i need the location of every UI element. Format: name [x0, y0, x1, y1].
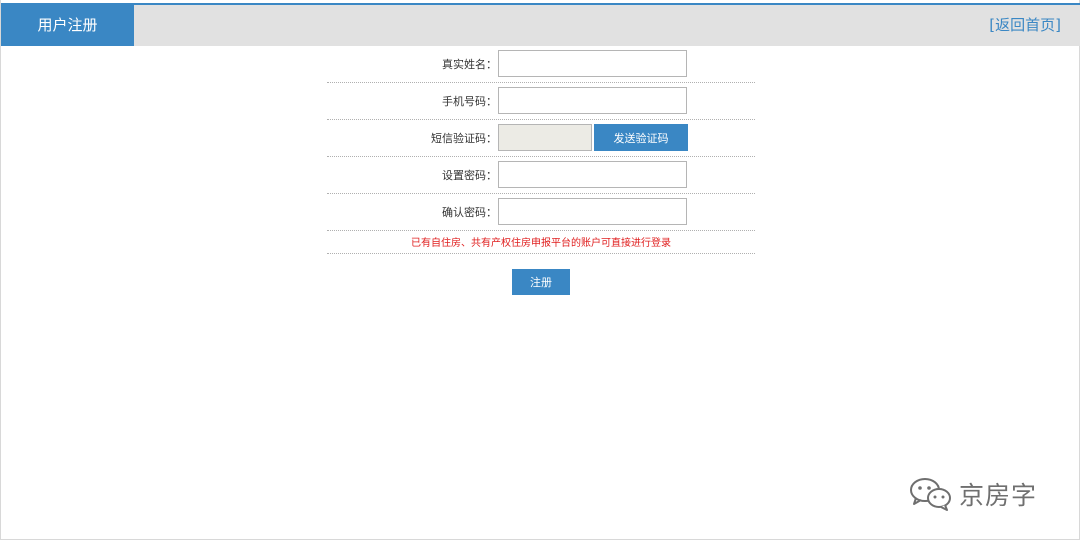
real-name-input[interactable] [498, 50, 687, 77]
form-row-real-name: 真实姓名： [327, 46, 755, 83]
submit-area: 注册 [327, 254, 755, 304]
password-input[interactable] [498, 161, 687, 188]
form-row-password: 设置密码： [327, 157, 755, 194]
form-row-confirm-password: 确认密码： [327, 194, 755, 231]
confirm-password-label: 确认密码： [442, 206, 497, 219]
watermark-text: 京房字 [959, 481, 1038, 510]
real-name-label: 真实姓名： [442, 58, 497, 71]
notice-row: 已有自住房、共有产权住房申报平台的账户可直接进行登录 [327, 231, 755, 254]
wechat-icon [909, 477, 953, 511]
top-bar: 用户注册 [返回首页] [1, 3, 1080, 46]
form-row-phone: 手机号码： [327, 83, 755, 120]
page-title: 用户注册 [1, 5, 134, 46]
sms-code-label: 短信验证码： [431, 132, 497, 145]
register-button[interactable]: 注册 [512, 269, 570, 295]
back-to-home-link[interactable]: [返回首页] [989, 5, 1061, 46]
login-notice: 已有自住房、共有产权住房申报平台的账户可直接进行登录 [411, 238, 671, 249]
registration-form: 真实姓名： 手机号码： 短信验证码： 发送验证码 设置密码： 确认密码： 已有自… [327, 46, 755, 304]
phone-label: 手机号码： [442, 95, 497, 108]
send-code-button[interactable]: 发送验证码 [594, 124, 688, 151]
page-frame: 用户注册 [返回首页] 真实姓名： 手机号码： 短信验证码： 发送验证码 设置密… [0, 0, 1080, 540]
confirm-password-input[interactable] [498, 198, 687, 225]
password-label: 设置密码： [442, 169, 497, 182]
watermark: 京房字 [909, 474, 1037, 514]
form-row-sms-code: 短信验证码： 发送验证码 [327, 120, 755, 157]
phone-input[interactable] [498, 87, 687, 114]
sms-code-input[interactable] [498, 124, 592, 151]
